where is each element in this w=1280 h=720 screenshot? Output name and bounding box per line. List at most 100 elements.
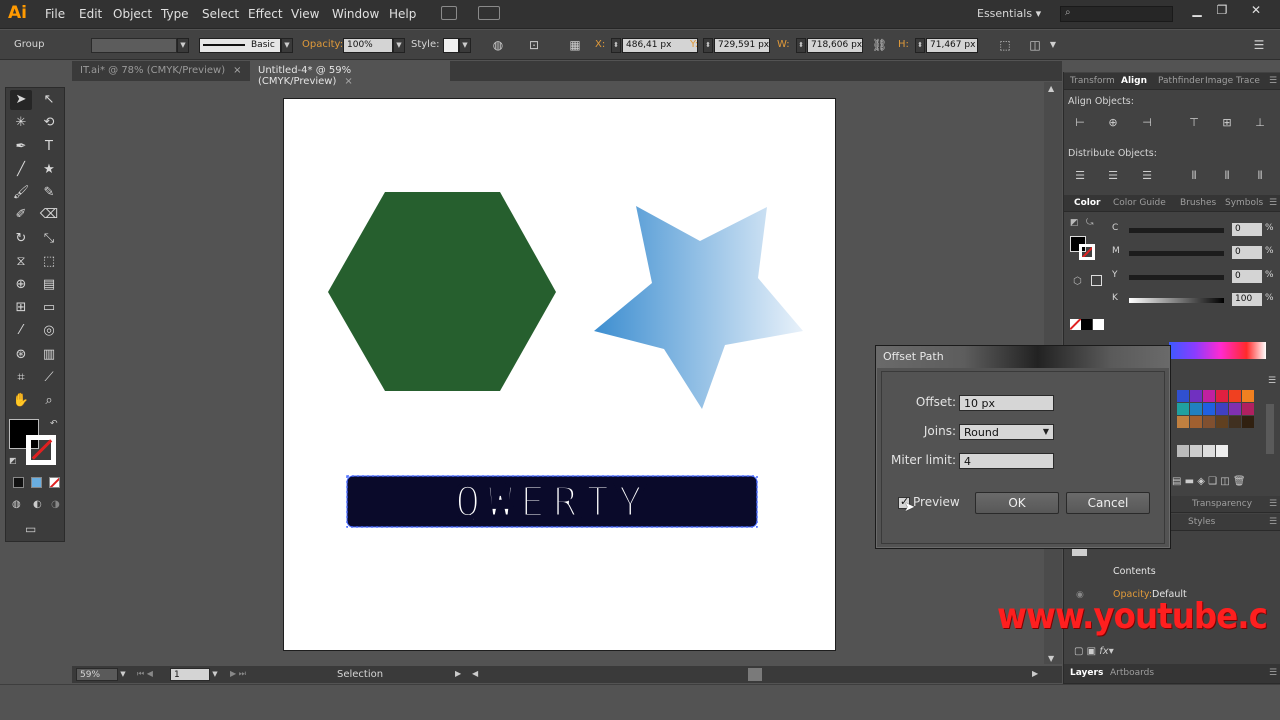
- ok-button[interactable]: OK: [975, 492, 1059, 514]
- transform-icon[interactable]: ⬚: [998, 38, 1012, 52]
- black-color-icon[interactable]: [1081, 319, 1092, 330]
- blend-tool-icon[interactable]: ◎: [38, 321, 60, 341]
- slider-track[interactable]: [1129, 298, 1224, 303]
- default-colors-icon[interactable]: ◩: [1070, 218, 1079, 228]
- star-tool-icon[interactable]: ★: [38, 160, 60, 180]
- w-stepper[interactable]: ⬍: [796, 38, 806, 53]
- panel-menu-icon[interactable]: ☰: [1269, 198, 1277, 208]
- direct-selection-tool-icon[interactable]: ↖: [38, 90, 60, 110]
- distribute-v-center-icon[interactable]: ☰: [1106, 169, 1120, 183]
- align-v-center-icon[interactable]: ⊞: [1220, 116, 1234, 130]
- x-input[interactable]: 486,41 px: [622, 38, 698, 53]
- opacity-input[interactable]: 100%: [343, 38, 393, 53]
- color-swatch[interactable]: [1177, 390, 1189, 402]
- chevron-down-icon[interactable]: ▼: [393, 38, 405, 53]
- column-graph-tool-icon[interactable]: ▥: [38, 345, 60, 365]
- hand-tool-icon[interactable]: ✋: [10, 391, 32, 411]
- stroke-color-swatch[interactable]: [26, 435, 56, 465]
- appearance-contents-label[interactable]: Contents: [1113, 566, 1156, 577]
- panel-menu-icon[interactable]: ☰: [1268, 376, 1276, 386]
- tab-layers[interactable]: Layers: [1070, 668, 1103, 678]
- chevron-down-icon[interactable]: ▼: [459, 38, 471, 53]
- x-stepper[interactable]: ⬍: [611, 38, 621, 53]
- tab-pathfinder[interactable]: Pathfinder: [1158, 76, 1204, 86]
- color-swatch[interactable]: [1229, 416, 1241, 428]
- color-spectrum-bar[interactable]: [1169, 342, 1266, 359]
- color-swatch[interactable]: [1190, 416, 1202, 428]
- scroll-up-icon[interactable]: ▲: [1048, 84, 1054, 93]
- white-color-icon[interactable]: [1093, 319, 1104, 330]
- star-shape[interactable]: [594, 206, 803, 409]
- tab-artboards[interactable]: Artboards: [1110, 668, 1154, 678]
- color-swatch[interactable]: [1229, 390, 1241, 402]
- close-icon[interactable]: ✕: [1246, 3, 1266, 21]
- cyan-value-input[interactable]: 0: [1232, 223, 1262, 236]
- menu-effect[interactable]: Effect: [248, 7, 283, 21]
- mesh-tool-icon[interactable]: ⊞: [10, 298, 32, 318]
- selection-tool-icon[interactable]: ➤: [10, 90, 32, 110]
- distribute-left-icon[interactable]: ⫴: [1187, 169, 1201, 183]
- panel-menu-icon[interactable]: ☰: [1269, 668, 1277, 678]
- panel-menu-icon[interactable]: ☰: [1269, 517, 1277, 527]
- gray-swatch[interactable]: [1177, 445, 1189, 457]
- appearance-footer-icons[interactable]: ▢ ▣ fx▾: [1074, 646, 1114, 657]
- workspace-switcher[interactable]: Essentials ▾: [977, 7, 1041, 20]
- screen-mode-icon[interactable]: ▭: [25, 522, 36, 536]
- menu-type[interactable]: Type: [161, 7, 189, 21]
- horizontal-scroll-thumb[interactable]: [748, 668, 762, 681]
- artboard-tool-icon[interactable]: ⌗: [10, 368, 32, 388]
- distribute-right-icon[interactable]: ⫴: [1253, 169, 1267, 183]
- color-swatch[interactable]: [1216, 416, 1228, 428]
- distribute-bottom-icon[interactable]: ☰: [1140, 169, 1154, 183]
- y-stepper[interactable]: ⬍: [703, 38, 713, 53]
- blob-brush-tool-icon[interactable]: ✐: [10, 205, 32, 225]
- slice-tool-icon[interactable]: ⟋: [38, 368, 60, 388]
- next-artboard-icon[interactable]: ▶ ⏭: [230, 669, 246, 679]
- slider-track[interactable]: [1129, 251, 1224, 256]
- color-swatch[interactable]: [1242, 403, 1254, 415]
- web-safe-icon[interactable]: [1091, 275, 1102, 286]
- chevron-down-icon[interactable]: ▼: [210, 668, 220, 681]
- recolor-artwork-icon[interactable]: ◍: [491, 38, 505, 52]
- color-swatch[interactable]: [1177, 416, 1189, 428]
- black-value-input[interactable]: 100: [1232, 293, 1262, 306]
- fill-swatch-dropdown[interactable]: [91, 38, 177, 53]
- tab-styles[interactable]: Styles: [1188, 517, 1215, 527]
- cancel-button[interactable]: Cancel: [1066, 492, 1150, 514]
- magic-wand-tool-icon[interactable]: ✳: [10, 113, 32, 133]
- restore-icon[interactable]: ❐: [1212, 3, 1232, 21]
- menu-help[interactable]: Help: [389, 7, 416, 21]
- close-icon[interactable]: ×: [344, 76, 352, 87]
- type-tool-icon[interactable]: T: [38, 137, 60, 157]
- gradient-mode-icon[interactable]: [31, 477, 42, 488]
- tab-transform[interactable]: Transform: [1070, 76, 1115, 86]
- artboard[interactable]: QWERTY QWERTY: [283, 98, 836, 651]
- panel-menu-icon[interactable]: ☰: [1269, 76, 1277, 86]
- align-right-icon[interactable]: ⊣: [1140, 116, 1154, 130]
- y-input[interactable]: 729,591 px: [714, 38, 770, 53]
- magenta-value-input[interactable]: 0: [1232, 246, 1262, 259]
- swap-fill-stroke-icon[interactable]: ↶: [50, 419, 58, 429]
- eraser-tool-icon[interactable]: ⌫: [38, 205, 60, 225]
- menu-window[interactable]: Window: [332, 7, 379, 21]
- swatches-scrollbar[interactable]: [1266, 404, 1274, 454]
- color-swatch[interactable]: [1216, 390, 1228, 402]
- perspective-grid-tool-icon[interactable]: ▤: [38, 275, 60, 295]
- align-h-center-icon[interactable]: ⊕: [1106, 116, 1120, 130]
- align-bottom-icon[interactable]: ⊥: [1253, 116, 1267, 130]
- slider-track[interactable]: [1129, 228, 1224, 233]
- minimize-icon[interactable]: ▁: [1187, 3, 1207, 21]
- bridge-icon[interactable]: [441, 6, 457, 20]
- h-input[interactable]: 71,467 px: [926, 38, 978, 53]
- panel-menu-icon[interactable]: ☰: [1269, 499, 1277, 509]
- free-transform-tool-icon[interactable]: ⬚: [38, 252, 60, 272]
- eyedropper-tool-icon[interactable]: ⁄: [10, 321, 32, 341]
- gradient-tool-icon[interactable]: ▭: [38, 298, 60, 318]
- scale-tool-icon[interactable]: ⤡: [38, 229, 60, 249]
- status-menu-icon[interactable]: ▶: [455, 669, 461, 678]
- draw-inside-icon[interactable]: ◑: [51, 499, 60, 510]
- h-stepper[interactable]: ⬍: [915, 38, 925, 53]
- chevron-down-icon[interactable]: ▼: [281, 38, 293, 53]
- cyan-slider[interactable]: C 0 %: [1112, 223, 1274, 237]
- draw-normal-icon[interactable]: ◍: [12, 499, 21, 510]
